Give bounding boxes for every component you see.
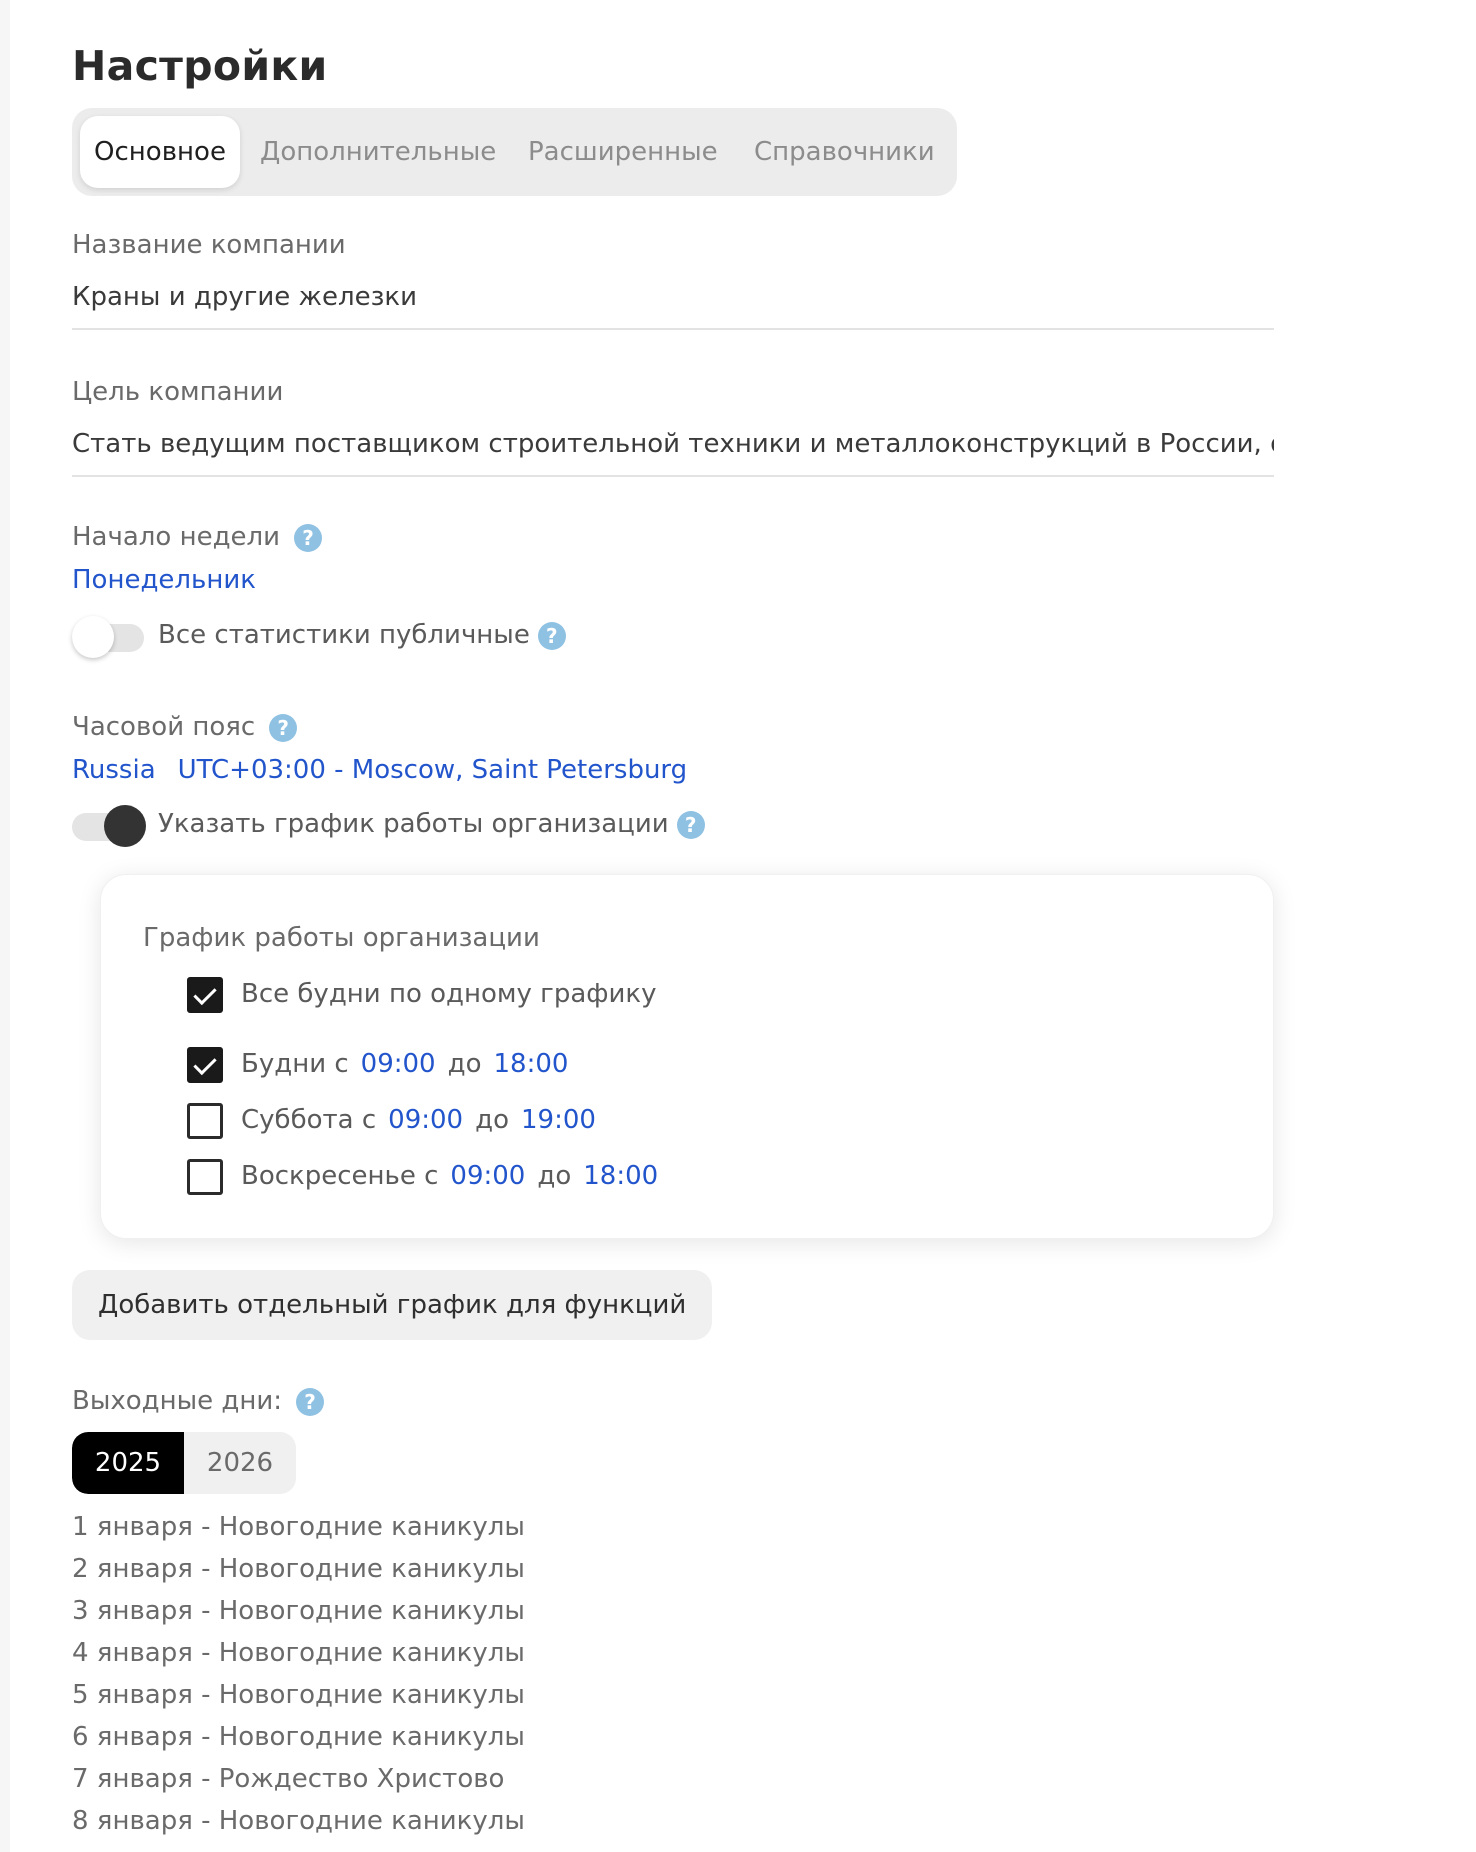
saturday-to-time[interactable]: 19:00 (521, 1105, 596, 1135)
company-goal-label: Цель компании (72, 377, 284, 407)
week-start-select[interactable]: Понедельник (72, 565, 256, 595)
public-stats-label: Все статистики публичные (158, 620, 530, 650)
public-stats-toggle[interactable] (72, 616, 144, 658)
holidays-label: Выходные дни: (72, 1386, 283, 1416)
question-circle-icon[interactable]: ? (537, 621, 566, 650)
timezone-country: Russia (72, 755, 156, 785)
question-circle-icon[interactable]: ? (294, 523, 323, 552)
sunday-text: Воскресенье с 09:00 до 18:00 (241, 1161, 670, 1191)
work-schedule-toggle[interactable] (72, 805, 146, 847)
sunday-checkbox[interactable] (187, 1159, 223, 1195)
weekdays-label: Будни с (241, 1049, 349, 1079)
holiday-item: 3 января - Новогодние каникулы (72, 1596, 525, 1626)
toggle-knob (104, 805, 146, 847)
left-edge-panel (0, 0, 10, 1852)
work-schedule-card: График работы организации Все будни по о… (100, 874, 1274, 1239)
page-title: Настройки (72, 42, 328, 90)
to-label: до (475, 1105, 509, 1135)
weekdays-checkbox[interactable] (187, 1047, 223, 1083)
work-schedule-label: Указать график работы организации (158, 809, 669, 839)
tab-extended[interactable]: Расширенные (528, 116, 718, 188)
year-switch: 2025 2026 (72, 1432, 296, 1494)
company-name-underline (72, 328, 1274, 330)
saturday-from-time[interactable]: 09:00 (388, 1105, 463, 1135)
weekdays-to-time[interactable]: 18:00 (493, 1049, 568, 1079)
to-label: до (447, 1049, 482, 1079)
timezone-select[interactable]: Russia UTC+03:00 - Moscow, Saint Petersbu… (72, 755, 687, 785)
holiday-item: 5 января - Новогодние каникулы (72, 1680, 525, 1710)
company-name-input[interactable]: Краны и другие железки (72, 282, 1274, 312)
sunday-from-time[interactable]: 09:00 (450, 1161, 525, 1191)
holiday-list: 1 января - Новогодние каникулы 2 января … (72, 1506, 525, 1842)
tab-additional[interactable]: Дополнительные (260, 116, 496, 188)
sunday-to-time[interactable]: 18:00 (583, 1161, 658, 1191)
timezone-label: Часовой пояс (72, 712, 256, 742)
toggle-knob (72, 616, 114, 658)
question-circle-icon[interactable]: ? (269, 713, 298, 742)
schedule-title: График работы организации (143, 923, 540, 953)
company-goal-input[interactable]: Стать ведущим поставщиком строительной т… (72, 429, 1274, 459)
tab-basic[interactable]: Основное (80, 116, 240, 188)
holiday-item: 1 января - Новогодние каникулы (72, 1512, 525, 1542)
sunday-label: Воскресенье с (241, 1161, 439, 1191)
question-circle-icon[interactable]: ? (296, 1387, 325, 1416)
same-weekdays-checkbox[interactable] (187, 977, 223, 1013)
to-label: до (537, 1161, 572, 1191)
year-tab-2025[interactable]: 2025 (72, 1432, 184, 1494)
holiday-item: 4 января - Новогодние каникулы (72, 1638, 525, 1668)
same-weekdays-label: Все будни по одному графику (241, 979, 657, 1009)
timezone-label-row: Часовой пояс? (72, 712, 298, 742)
company-name-label: Название компании (72, 230, 346, 260)
company-goal-underline (72, 475, 1274, 477)
public-stats-label-wrap: Все статистики публичные? (158, 620, 566, 650)
add-function-schedule-button[interactable]: Добавить отдельный график для функций (72, 1270, 713, 1340)
week-start-label: Начало недели (72, 522, 281, 552)
weekdays-text: Будни с 09:00 до 18:00 (241, 1049, 580, 1079)
week-start-label-row: Начало недели? (72, 522, 323, 552)
holiday-item: 6 января - Новогодние каникулы (72, 1722, 525, 1752)
weekdays-from-time[interactable]: 09:00 (361, 1049, 436, 1079)
holiday-item: 8 января - Новогодние каникулы (72, 1806, 525, 1836)
saturday-checkbox[interactable] (187, 1103, 223, 1139)
saturday-label: Суббота с (241, 1105, 377, 1135)
settings-tabs: Основное Дополнительные Расширенные Спра… (72, 108, 957, 196)
saturday-text: Суббота с 09:00 до 19:00 (241, 1105, 608, 1135)
question-circle-icon[interactable]: ? (676, 810, 705, 839)
tab-directories[interactable]: Справочники (754, 116, 935, 188)
timezone-zone: UTC+03:00 - Moscow, Saint Petersburg (177, 755, 688, 785)
year-tab-2026[interactable]: 2026 (184, 1432, 296, 1494)
holiday-item: 7 января - Рождество Христово (72, 1764, 505, 1794)
work-schedule-label-wrap: Указать график работы организации? (158, 809, 705, 839)
holidays-label-row: Выходные дни:? (72, 1386, 325, 1416)
holiday-item: 2 января - Новогодние каникулы (72, 1554, 525, 1584)
